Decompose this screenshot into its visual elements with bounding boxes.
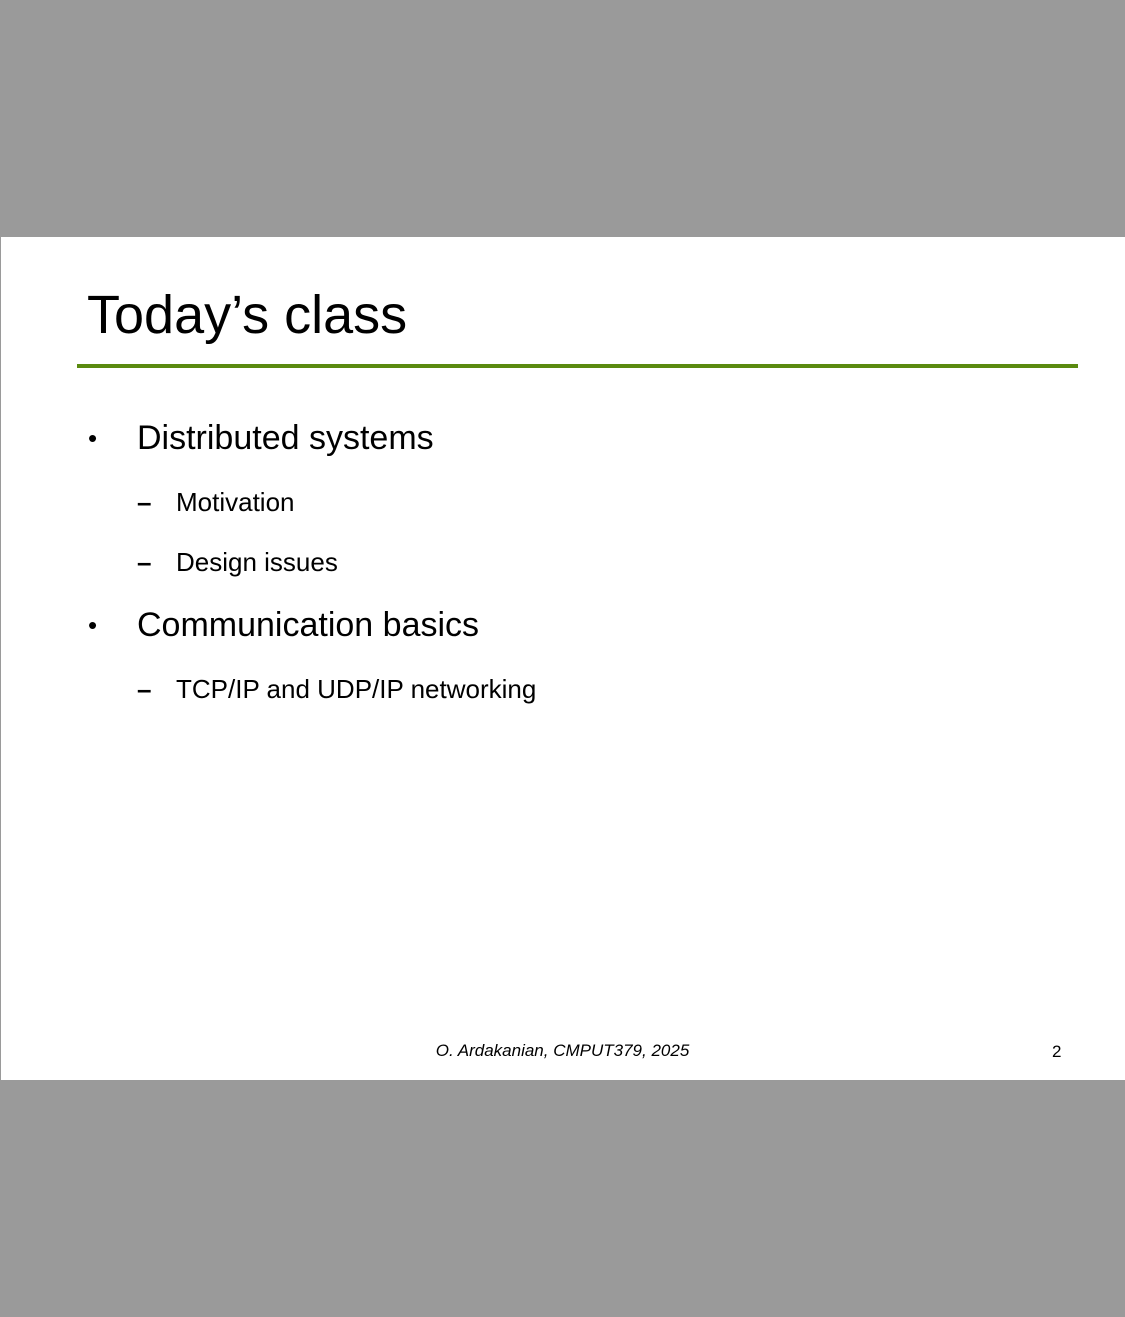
page-number: 2 [1052, 1042, 1062, 1061]
bullet-label: Communication basics [137, 606, 480, 644]
subitem-label: Design issues [176, 547, 338, 577]
dash-marker: – [137, 674, 152, 704]
slide-title: Today’s class [87, 285, 408, 345]
dash-marker: – [137, 547, 152, 577]
bullet-label: Distributed systems [137, 419, 434, 457]
bullet-marker: • [88, 610, 98, 640]
subitem-label: Motivation [176, 487, 295, 517]
title-divider [77, 364, 1078, 368]
subitem-label: TCP/IP and UDP/IP networking [176, 674, 537, 704]
footer-credit: O. Ardakanian, CMPUT379, 2025 [435, 1041, 690, 1060]
dash-marker: – [137, 487, 152, 517]
presentation-viewer: Today’s class • Distributed systems – Mo… [0, 0, 1125, 1317]
bullet-marker: • [88, 423, 98, 453]
